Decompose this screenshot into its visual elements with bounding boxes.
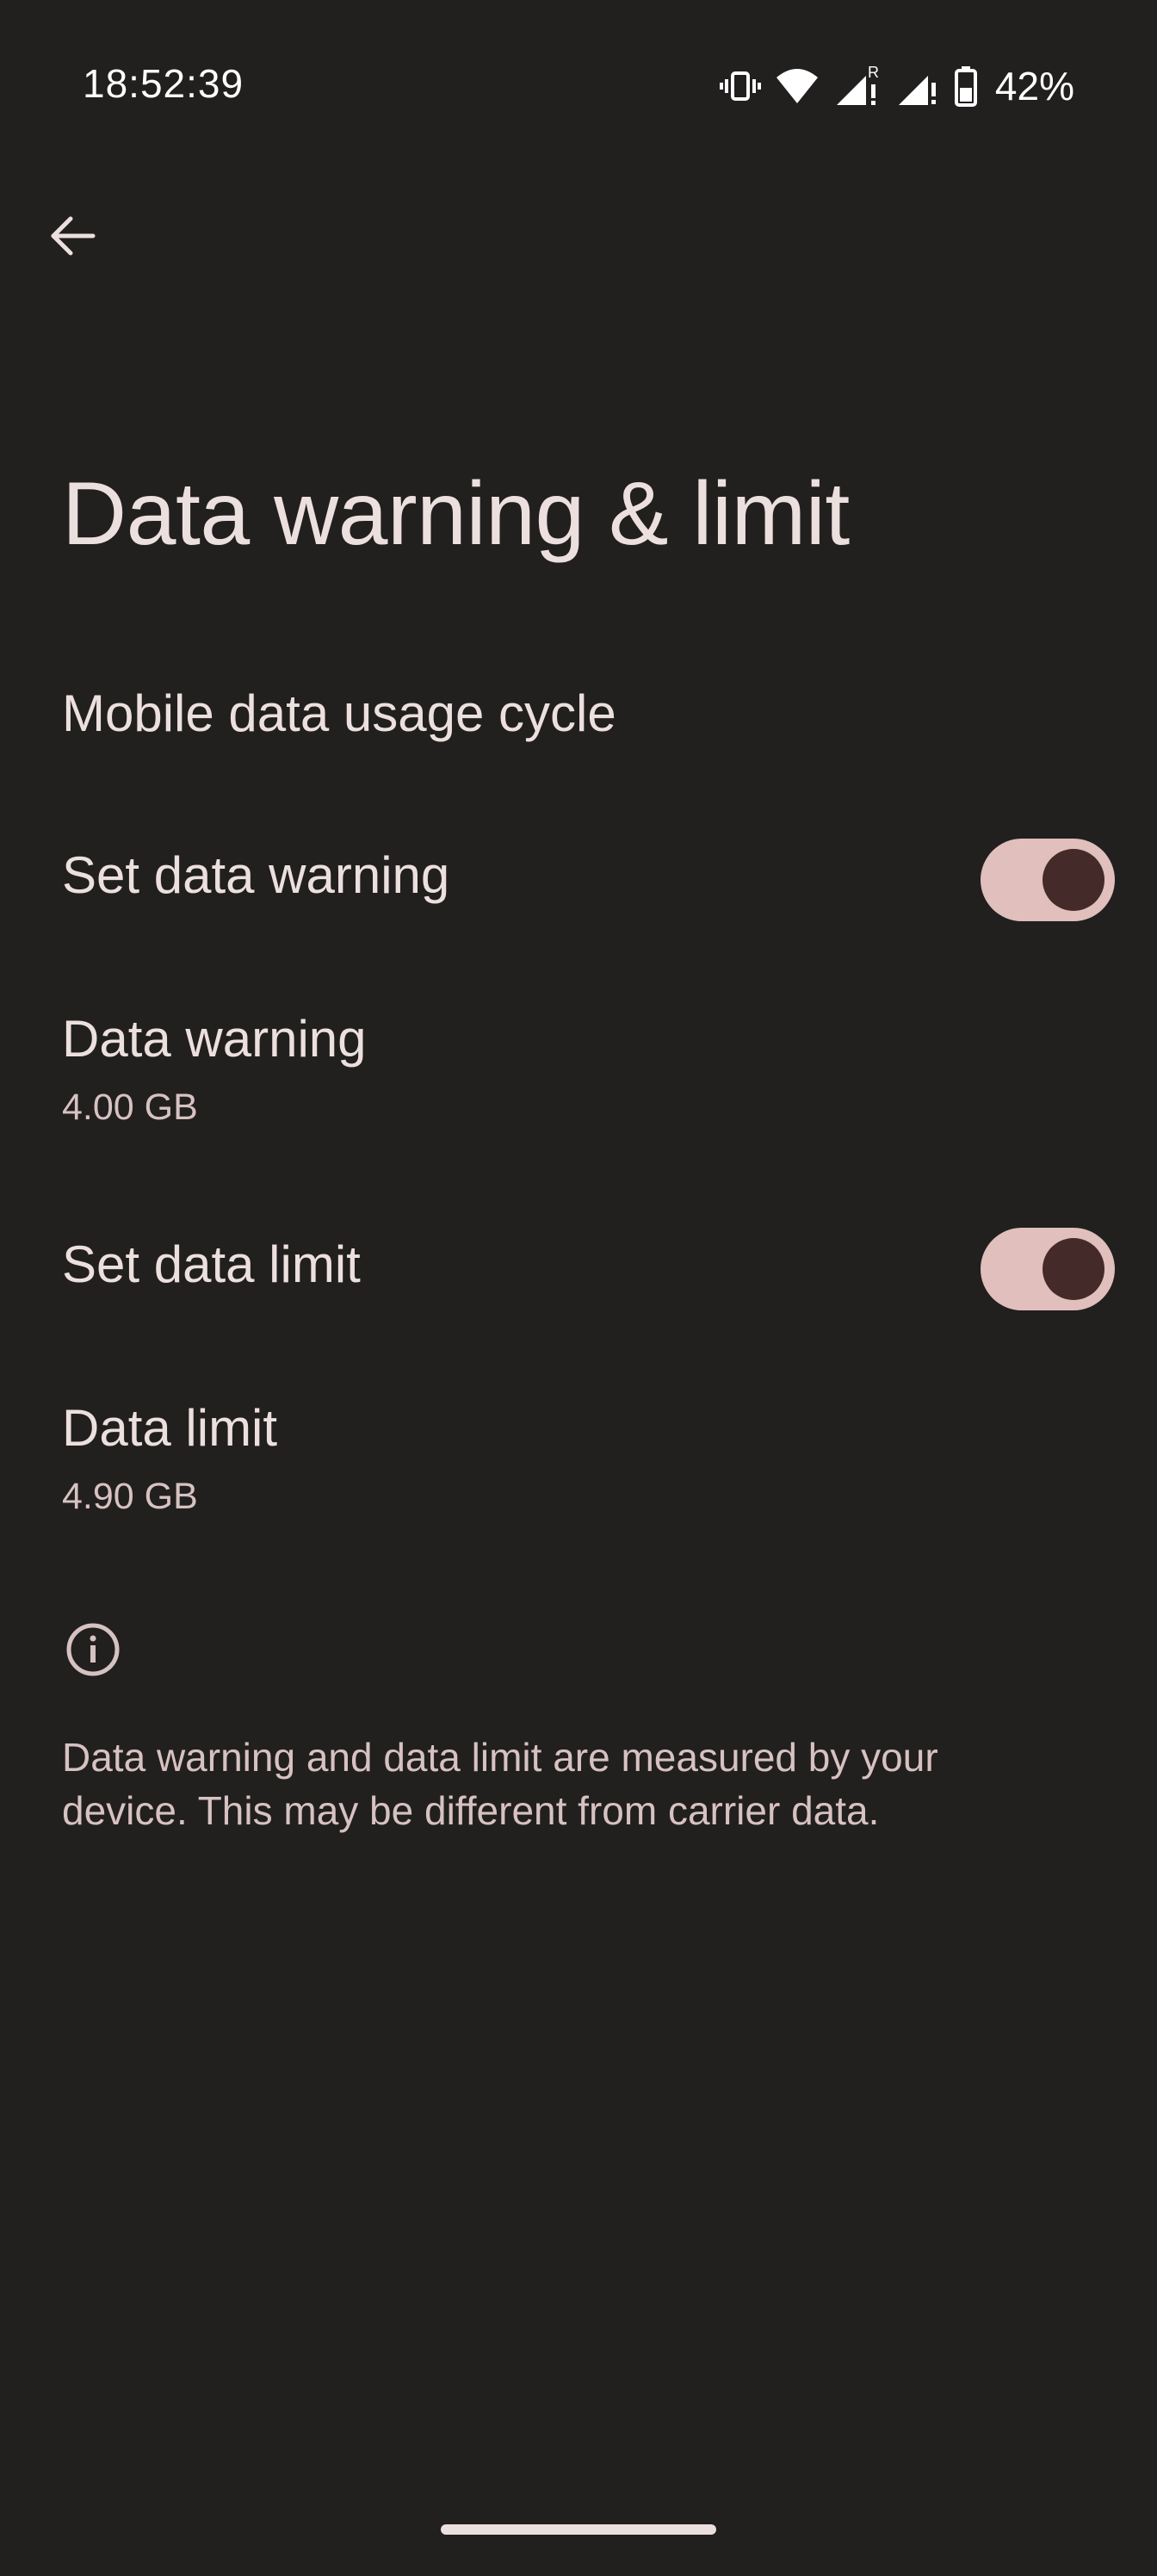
toggle-thumb <box>1043 1238 1104 1300</box>
set-data-limit-label: Set data limit <box>62 1235 361 1293</box>
signal-roaming-icon: R <box>833 64 882 108</box>
mobile-data-usage-cycle-item[interactable]: Mobile data usage cycle <box>0 663 1157 766</box>
footer-description: Data warning and data limit are measured… <box>62 1735 938 1833</box>
info-icon <box>62 1619 124 1681</box>
data-warning-label: Data warning <box>62 1010 367 1068</box>
signal-icon <box>895 65 940 107</box>
battery-icon <box>954 65 978 107</box>
mobile-data-usage-cycle-label: Mobile data usage cycle <box>62 684 616 742</box>
set-data-warning-item[interactable]: Set data warning <box>0 828 1157 932</box>
page-title: Data warning & limit <box>62 464 850 564</box>
status-icons: R 42% <box>719 62 1074 110</box>
toggle-thumb <box>1043 849 1104 911</box>
status-time: 18:52:39 <box>83 61 244 106</box>
roaming-label: R <box>868 64 879 81</box>
back-button[interactable] <box>34 200 110 276</box>
arrow-back-icon <box>48 212 96 264</box>
set-data-limit-toggle[interactable] <box>981 1228 1115 1310</box>
battery-percent: 42% <box>994 64 1074 108</box>
data-limit-label: Data limit <box>62 1399 278 1457</box>
set-data-warning-label: Set data warning <box>62 846 450 904</box>
data-warning-value: 4.00 GB <box>62 1087 198 1128</box>
set-data-limit-item[interactable]: Set data limit <box>0 1217 1157 1321</box>
wifi-icon <box>775 65 820 107</box>
data-warning-item[interactable]: Data warning 4.00 GB <box>0 990 1157 1154</box>
data-limit-value: 4.90 GB <box>62 1476 198 1517</box>
vibrate-icon <box>719 65 761 107</box>
navigation-handle[interactable] <box>441 2524 716 2535</box>
set-data-warning-toggle[interactable] <box>981 839 1115 921</box>
data-limit-item[interactable]: Data limit 4.90 GB <box>0 1379 1157 1543</box>
status-bar: 18:52:39 R 42% <box>0 0 1157 172</box>
